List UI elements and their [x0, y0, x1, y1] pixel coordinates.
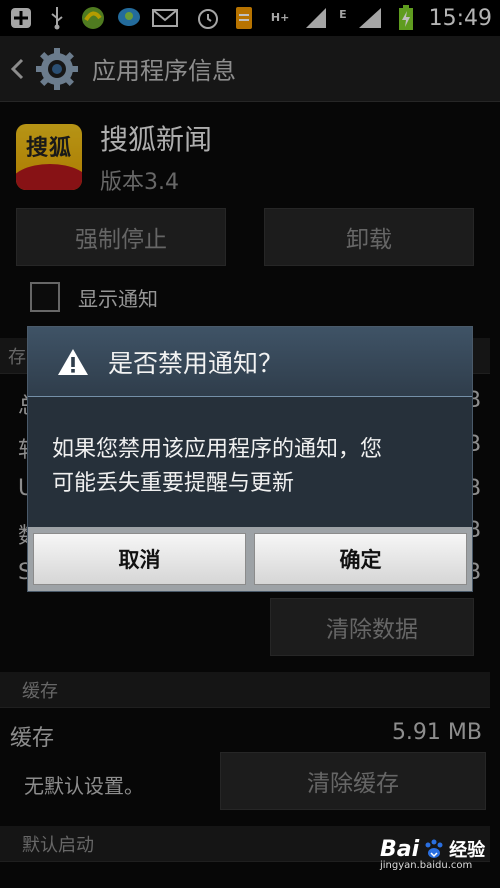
- dialog-message-line: 如果您禁用该应用程序的通知，您: [52, 437, 383, 462]
- watermark-product: 经验: [449, 840, 486, 861]
- dialog-message-line: 可能丢失重要提醒与更新: [52, 471, 295, 496]
- cancel-button[interactable]: 取消: [33, 533, 246, 585]
- ok-button[interactable]: 确定: [254, 533, 467, 585]
- disable-notifications-dialog: 是否禁用通知？ 如果您禁用该应用程序的通知，您 可能丢失重要提醒与更新 取消 确…: [27, 326, 473, 592]
- dialog-message: 如果您禁用该应用程序的通知，您 可能丢失重要提醒与更新: [28, 397, 472, 527]
- watermark-brand: Bai: [380, 836, 420, 862]
- paw-icon: [423, 838, 445, 860]
- dialog-header: 是否禁用通知？: [28, 327, 472, 397]
- dialog-button-bar: 取消 确定: [28, 527, 472, 591]
- dialog-title: 是否禁用通知？: [108, 348, 284, 378]
- baidu-jingyan-watermark: Bai 经验 jingyan.baidu.com: [380, 836, 496, 886]
- warning-icon: [56, 347, 90, 377]
